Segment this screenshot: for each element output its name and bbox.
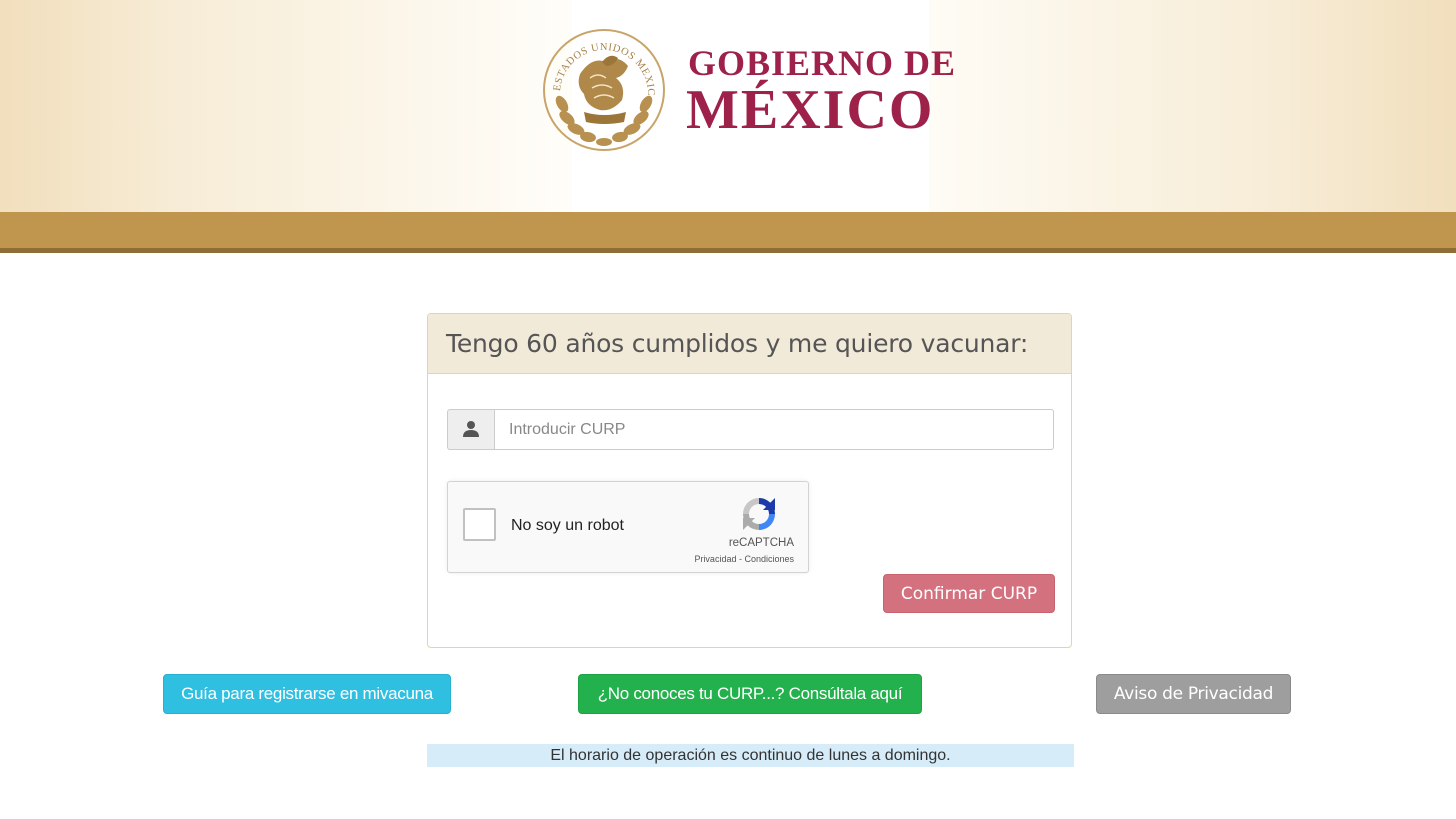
confirm-curp-button[interactable]: Confirmar CURP xyxy=(883,574,1055,613)
header-banner: ESTADOS UNIDOS MEXICANOS xyxy=(0,0,1456,212)
coat-of-arms-seal-icon: ESTADOS UNIDOS MEXICANOS xyxy=(540,26,665,151)
user-icon xyxy=(463,421,479,437)
panel-heading: Tengo 60 años cumplidos y me quiero vacu… xyxy=(428,314,1071,374)
curp-input[interactable] xyxy=(494,409,1054,450)
brand-line-2: MÉXICO xyxy=(686,79,935,141)
registration-panel: Tengo 60 años cumplidos y me quiero vacu… xyxy=(427,313,1072,648)
gold-divider-shadow xyxy=(0,248,1456,253)
recaptcha-privacy-link[interactable]: Privacidad xyxy=(694,554,736,564)
recaptcha-widget: No soy un robot reCAPTCHA Privacidad - C… xyxy=(447,481,809,573)
recaptcha-terms-link[interactable]: Condiciones xyxy=(744,554,794,564)
operating-hours-notice: El horario de operación es continuo de l… xyxy=(427,744,1074,767)
recaptcha-label: No soy un robot xyxy=(511,517,624,534)
recaptcha-links: Privacidad - Condiciones xyxy=(694,554,794,564)
curp-input-group xyxy=(447,409,1055,450)
recaptcha-logo-icon xyxy=(743,498,775,530)
recaptcha-brand: reCAPTCHA xyxy=(728,537,794,549)
registration-guide-button[interactable]: Guía para registrarse en mivacuna xyxy=(163,674,451,714)
curp-lookup-button[interactable]: ¿No conoces tu CURP...? Consúltala aquí xyxy=(578,674,922,714)
gold-divider-bar xyxy=(0,212,1456,248)
recaptcha-checkbox[interactable] xyxy=(463,508,496,541)
privacy-notice-button[interactable]: Aviso de Privacidad xyxy=(1096,674,1291,714)
curp-input-addon xyxy=(447,409,494,450)
page: ESTADOS UNIDOS MEXICANOS xyxy=(0,0,1456,819)
panel-title: Tengo 60 años cumplidos y me quiero vacu… xyxy=(446,329,1029,358)
government-logo[interactable]: ESTADOS UNIDOS MEXICANOS xyxy=(540,26,970,156)
